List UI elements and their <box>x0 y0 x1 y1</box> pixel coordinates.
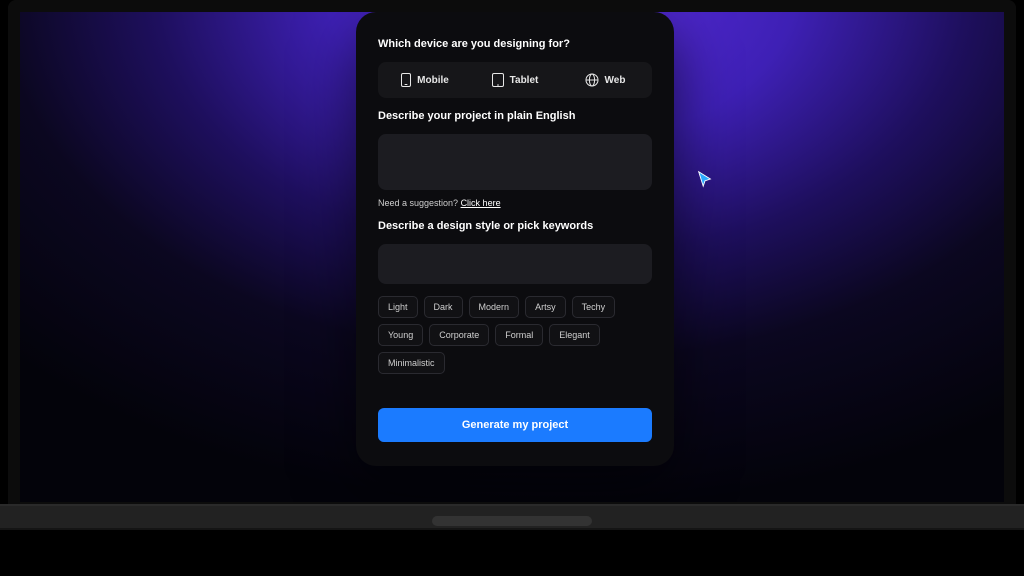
device-option-mobile[interactable]: Mobile <box>382 66 468 94</box>
design-prompt-panel: Which device are you designing for? Mobi… <box>356 12 674 466</box>
laptop-base <box>0 504 1024 530</box>
generate-project-button[interactable]: Generate my project <box>378 408 652 442</box>
project-description-input[interactable] <box>378 134 652 190</box>
question-device: Which device are you designing for? <box>378 38 652 50</box>
keyword-artsy[interactable]: Artsy <box>525 296 566 318</box>
suggestion-line: Need a suggestion? Click here <box>378 198 652 208</box>
keyword-modern[interactable]: Modern <box>469 296 520 318</box>
question-describe-style: Describe a design style or pick keywords <box>378 220 652 232</box>
keyword-formal[interactable]: Formal <box>495 324 543 346</box>
mouse-cursor-icon <box>696 170 714 188</box>
device-segment: Mobile Tablet Web <box>378 62 652 98</box>
device-option-label: Tablet <box>510 75 539 86</box>
suggestion-link[interactable]: Click here <box>461 198 501 208</box>
laptop-frame: Which device are you designing for? Mobi… <box>8 0 1016 514</box>
keyword-minimalistic[interactable]: Minimalistic <box>378 352 445 374</box>
device-option-web[interactable]: Web <box>562 66 648 94</box>
mobile-icon <box>401 73 411 87</box>
trackpad-notch <box>432 516 592 526</box>
keyword-techy[interactable]: Techy <box>572 296 616 318</box>
screen-bg: Which device are you designing for? Mobi… <box>20 12 1004 502</box>
keyword-chips: Light Dark ModernArtsy Techy Young Corporate F… <box>378 296 652 374</box>
device-option-label: Mobile <box>417 75 449 86</box>
style-description-input[interactable] <box>378 244 652 284</box>
keyword-light[interactable]: Light <box>378 296 418 318</box>
suggestion-text: Need a suggestion? <box>378 198 461 208</box>
keyword-young[interactable]: Young <box>378 324 423 346</box>
device-option-tablet[interactable]: Tablet <box>472 66 558 94</box>
question-describe-project: Describe your project in plain English <box>378 110 652 122</box>
keyword-dark[interactable]: Dark <box>424 296 463 318</box>
tablet-icon <box>492 73 504 87</box>
web-icon <box>585 73 599 87</box>
device-option-label: Web <box>605 75 626 86</box>
keyword-elegant[interactable]: Elegant <box>549 324 600 346</box>
keyword-corporate[interactable]: Corporate <box>429 324 489 346</box>
